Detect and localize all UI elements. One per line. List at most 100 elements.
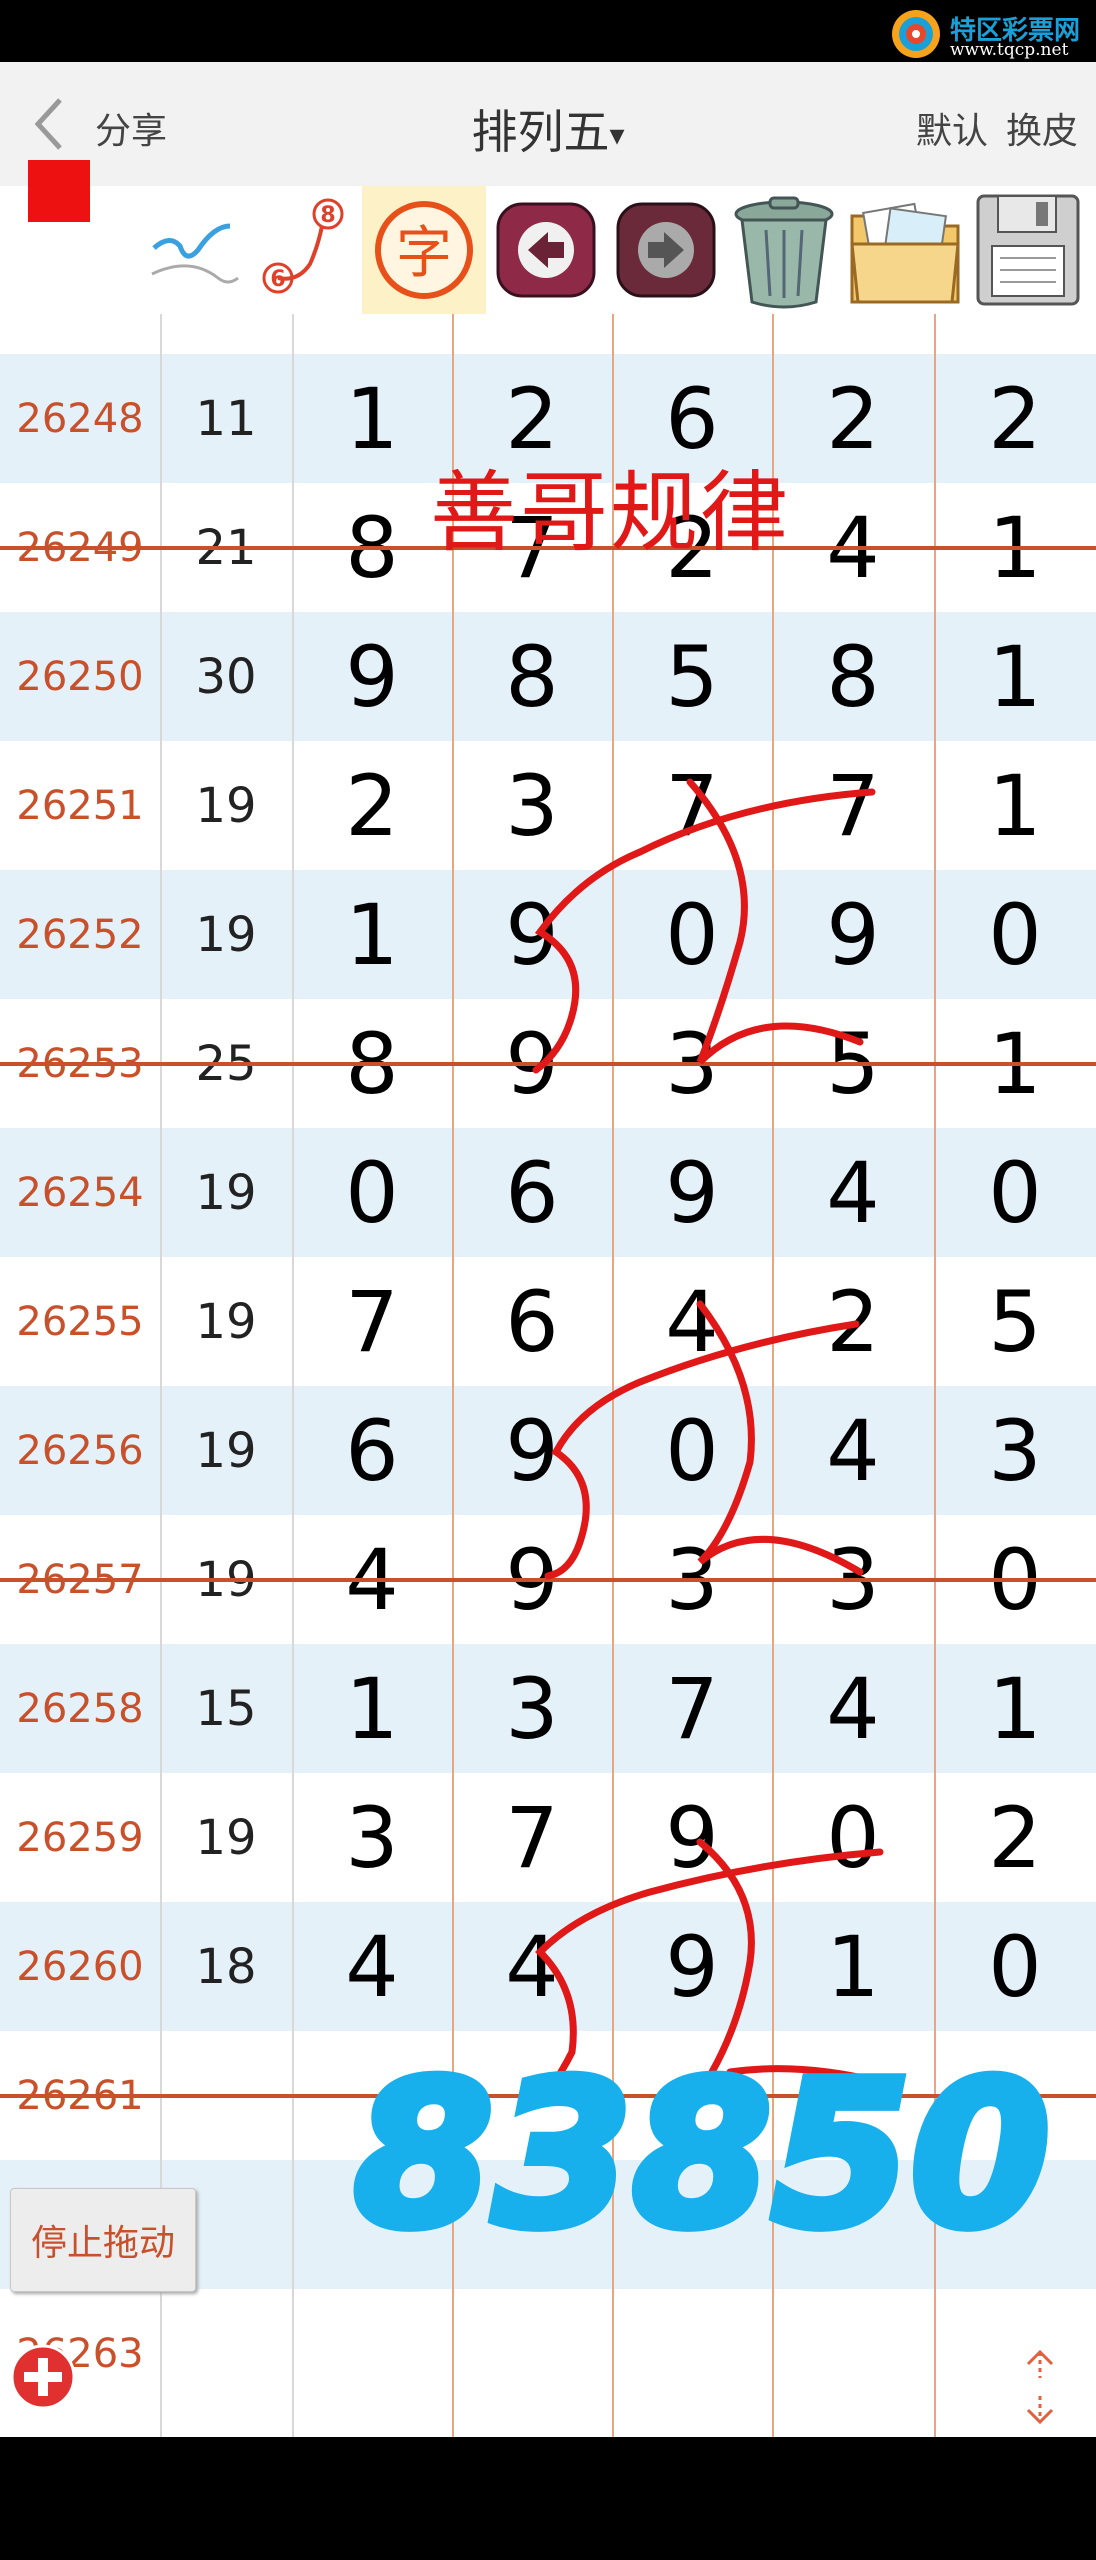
table-row[interactable]: 26256 19 6 9 0 4 3	[0, 1386, 1096, 1515]
partial-row	[0, 312, 1096, 354]
digit-cell: 9	[345, 627, 399, 726]
digit-cell: 8	[505, 627, 559, 726]
digit-cell: 3	[505, 756, 559, 855]
table-row[interactable]: 26252 19 1 9 0 9 0	[0, 870, 1096, 999]
digit-cell: 6	[345, 1401, 399, 1500]
digit-cell: 3	[345, 1788, 399, 1887]
digit-cell: 0	[988, 885, 1042, 984]
page-title-text: 排列五	[471, 105, 610, 159]
column-divider	[934, 312, 936, 2437]
issue-number: 26248	[16, 395, 144, 442]
digit-cell: 0	[345, 1143, 399, 1242]
draw-results-table: 26248 11 1 2 6 2 2 26249 21 8 7 2 4 1 26250 30 9 8 5 8 1 2625…	[0, 62, 1096, 2437]
pen-check-icon[interactable]	[140, 186, 250, 314]
watermark-url: www.tqcp.net	[950, 40, 1069, 60]
table-row[interactable]: 26259 19 3 7 9 0 2	[0, 1773, 1096, 1902]
digit-sum: 19	[195, 1164, 257, 1221]
digit-cell: 2	[826, 1272, 880, 1371]
digit-cell	[452, 2160, 612, 2289]
digit-cell: 4	[826, 1143, 880, 1242]
zi-char: 字	[396, 221, 452, 286]
digit-cell: 1	[988, 756, 1042, 855]
digit-cell: 1	[345, 1659, 399, 1758]
issue-number: 26255	[16, 1298, 144, 1345]
digit-cell: 1	[988, 1659, 1042, 1758]
table-row[interactable]: 26250 30 9 8 5 8 1	[0, 612, 1096, 741]
rule-handwriting: 善哥规律	[430, 461, 791, 564]
digit-cell: 2	[826, 369, 880, 468]
digit-cell	[612, 2289, 772, 2418]
digit-cell: 9	[505, 1401, 559, 1500]
zi-char-icon[interactable]: 字	[362, 186, 486, 314]
stop-drag-button[interactable]: 停止拖动	[10, 2188, 196, 2292]
table-row[interactable]: 26254 19 0 6 9 4 0	[0, 1128, 1096, 1257]
issue-number: 26258	[16, 1685, 144, 1732]
digit-cell: 0	[988, 1917, 1042, 2016]
digit-sum	[160, 2289, 292, 2418]
digit-cell: 0	[665, 1401, 719, 1500]
floppy-disk-icon[interactable]	[970, 186, 1086, 314]
badge-6: 6	[270, 267, 285, 292]
header-actions: 默认 换皮	[898, 102, 1078, 154]
digit-cell: 7	[345, 1272, 399, 1371]
default-button[interactable]: 默认	[916, 111, 988, 152]
digit-cell	[934, 2289, 1096, 2418]
digit-sum: 19	[195, 1809, 257, 1866]
app-window: 26248 11 1 2 6 2 2 26249 21 8 7 2 4 1 26250 30 9 8 5 8 1 2625…	[0, 62, 1096, 2437]
column-divider	[612, 312, 614, 2437]
column-divider	[772, 312, 774, 2437]
table-row[interactable]: 26260 18 4 4 9 1 0	[0, 1902, 1096, 2031]
table-row[interactable]: 26251 19 2 3 7 7 1	[0, 741, 1096, 870]
column-divider	[452, 312, 454, 2437]
digit-cell: 6	[505, 1143, 559, 1242]
issue-number: 26259	[16, 1814, 144, 1861]
digit-cell	[452, 2289, 612, 2418]
forward-arrow-icon[interactable]	[612, 186, 720, 314]
issue-number: 26252	[16, 911, 144, 958]
digit-sum: 19	[195, 1422, 257, 1479]
digit-cell: 2	[988, 369, 1042, 468]
digit-cell: 5	[665, 627, 719, 726]
digit-sum: 11	[195, 390, 257, 447]
photo-folder-icon[interactable]	[846, 186, 964, 314]
add-plus-icon[interactable]	[10, 2344, 76, 2410]
change-skin-button[interactable]: 换皮	[1006, 111, 1078, 152]
digit-cell: 7	[505, 1788, 559, 1887]
digit-sum: 19	[195, 906, 257, 963]
digit-cell: 1	[345, 885, 399, 984]
digit-cell: 6	[505, 1272, 559, 1371]
digit-cell: 1	[345, 369, 399, 468]
table-row[interactable]: 26258 15 1 3 7 4 1	[0, 1644, 1096, 1773]
trash-can-icon[interactable]	[726, 186, 842, 314]
digit-cell: 9	[665, 1788, 719, 1887]
digit-sum: 19	[195, 777, 257, 834]
digit-cell	[772, 2160, 934, 2289]
digit-cell: 1	[826, 1917, 880, 2016]
group-separator	[0, 1578, 1096, 1582]
table-row[interactable]: 26263	[0, 2289, 1096, 2418]
issue-number: 26254	[16, 1169, 144, 1216]
issue-number: 26251	[16, 782, 144, 829]
digit-cell: 3	[505, 1659, 559, 1758]
digit-cell: 8	[826, 627, 880, 726]
back-arrow-icon[interactable]	[492, 186, 600, 314]
digit-cell: 7	[826, 756, 880, 855]
digit-cell: 7	[665, 1659, 719, 1758]
digit-cell: 9	[826, 885, 880, 984]
digit-cell: 5	[988, 1272, 1042, 1371]
digit-cell: 9	[665, 1143, 719, 1242]
digit-sum: 30	[195, 648, 257, 705]
scroll-arrows-icon[interactable]	[1018, 2348, 1062, 2426]
issue-number: 26260	[16, 1943, 144, 1990]
digit-cell: 4	[826, 1659, 880, 1758]
digit-cell: 1	[988, 627, 1042, 726]
table-row[interactable]: 26255 19 7 6 4 2 5	[0, 1257, 1096, 1386]
digit-cell: 4	[665, 1272, 719, 1371]
digit-sum: 19	[195, 1293, 257, 1350]
link-6-8-icon[interactable]: 6 8	[258, 186, 358, 314]
top-bar: 分享 排列五▾ 默认 换皮	[0, 62, 1096, 186]
digit-cell: 0	[988, 1143, 1042, 1242]
digit-cell: 9	[505, 885, 559, 984]
red-color-swatch[interactable]	[28, 160, 90, 222]
digit-cell: 4	[505, 1917, 559, 2016]
